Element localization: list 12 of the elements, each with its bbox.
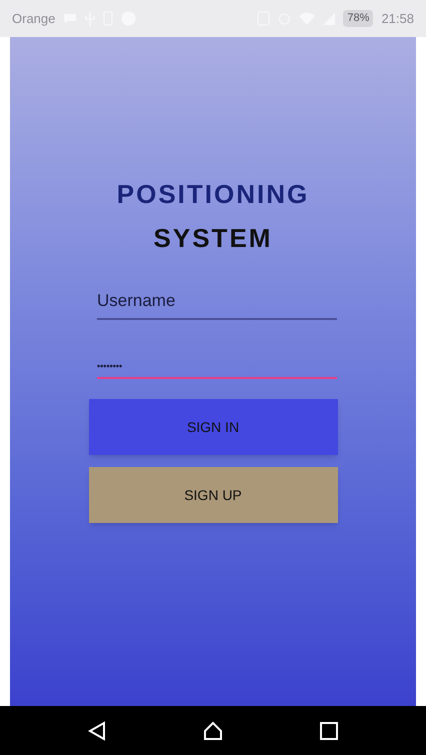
- recents-icon[interactable]: [320, 722, 338, 740]
- title-line: SYSTEM: [154, 222, 272, 255]
- battery-level: 78%: [343, 10, 374, 27]
- sign-up-button[interactable]: SIGN UP: [88, 467, 338, 523]
- title-line: POSITIONING: [116, 178, 310, 211]
- home-icon[interactable]: [202, 720, 223, 740]
- username-field[interactable]: Username: [97, 288, 337, 320]
- back-icon[interactable]: [88, 720, 106, 740]
- sign-in-button[interactable]: SIGN IN: [88, 399, 338, 455]
- carrier-name: Orange: [12, 10, 56, 28]
- clock-time: 21:58: [381, 10, 414, 28]
- password-field[interactable]: ••••••••: [97, 360, 337, 379]
